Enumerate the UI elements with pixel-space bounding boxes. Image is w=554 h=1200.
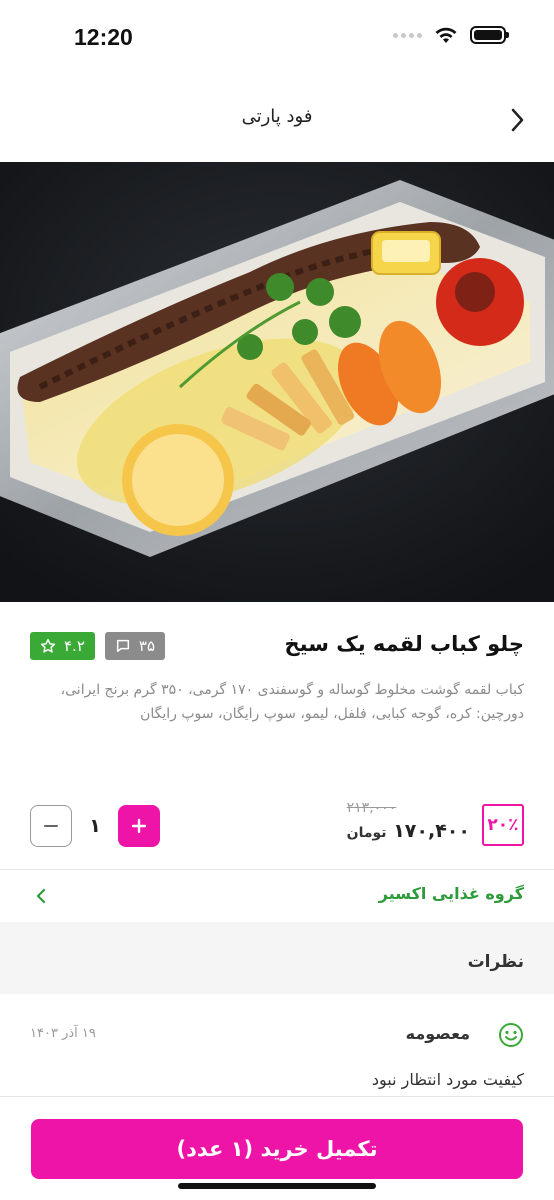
food-illustration — [0, 162, 554, 602]
back-chevron-icon[interactable] — [508, 106, 528, 134]
star-icon — [40, 638, 56, 653]
old-price: ۲۱۳,۰۰۰ — [346, 800, 397, 816]
increase-button[interactable] — [118, 805, 160, 847]
currency-label: تومان — [346, 825, 387, 841]
review-date: ۱۹ آذر ۱۴۰۳ — [30, 1026, 96, 1041]
review-text: کیفیت مورد انتظار نبود — [371, 1070, 524, 1089]
comments-count: ۳۵ — [138, 637, 156, 655]
reviews-header: نظرات — [0, 922, 554, 994]
minus-icon — [44, 825, 58, 827]
page-title: فود پارتی — [241, 106, 313, 127]
signal-icon — [393, 32, 422, 38]
smiley-icon — [499, 1023, 523, 1047]
comment-icon — [116, 639, 129, 653]
vendor-name: گروه غذایی اکسیر — [378, 884, 524, 903]
vendor-link[interactable]: گروه غذایی اکسیر — [0, 870, 554, 922]
nav-bar: فود پارتی — [0, 78, 554, 162]
home-indicator — [178, 1183, 376, 1189]
product-description: کباب لقمه گوشت مخلوط گوساله و گوسفندی ۱۷… — [60, 682, 524, 722]
comments-badge[interactable]: ۳۵ — [104, 632, 166, 660]
rating-badge[interactable]: ۴.۲ — [30, 632, 95, 660]
discount-badge: ۲۰٪ — [482, 804, 524, 846]
quantity-value: ۱ — [89, 815, 101, 837]
new-price-line: ۱۷۰,۴۰۰ تومان — [347, 820, 470, 842]
plus-icon — [131, 818, 147, 834]
product-title: چلو کباب لقمه یک سیخ — [284, 632, 524, 656]
product-title-row: چلو کباب لقمه یک سیخ ۴.۲ ۳۵ — [30, 630, 524, 664]
chevron-left-icon — [36, 888, 46, 904]
product-image — [0, 162, 554, 602]
status-icons — [393, 26, 509, 44]
status-time: 12:20 — [74, 24, 133, 50]
product-badges: ۴.۲ ۳۵ — [30, 632, 166, 660]
decrease-button[interactable] — [30, 805, 72, 847]
battery-icon — [470, 26, 509, 44]
footer: تکمیل خرید (۱ عدد) — [0, 1096, 554, 1200]
price-block: ۲۱۳,۰۰۰ ۱۷۰,۴۰۰ تومان — [347, 800, 470, 842]
review-item: معصومه ۱۹ آذر ۱۴۰۳ کیفیت مورد انتظار نبو… — [30, 1010, 524, 1100]
review-author: معصومه — [405, 1024, 470, 1043]
status-bar: 12:20 — [0, 0, 554, 78]
reviews-title: نظرات — [467, 952, 524, 972]
new-price: ۱۷۰,۴۰۰ — [393, 820, 470, 842]
rating-value: ۴.۲ — [64, 637, 85, 655]
quantity-stepper: ۱ — [30, 805, 160, 847]
wifi-icon — [435, 27, 457, 43]
checkout-button[interactable]: تکمیل خرید (۱ عدد) — [31, 1119, 523, 1179]
price-row: ۱ ۲۰٪ ۲۱۳,۰۰۰ ۱۷۰,۴۰۰ تومان — [30, 800, 524, 854]
